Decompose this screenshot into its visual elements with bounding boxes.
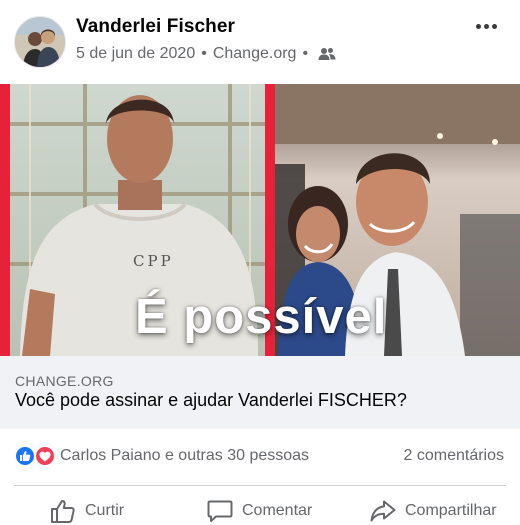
- comment-button[interactable]: Comentar: [207, 499, 312, 523]
- more-options-icon[interactable]: [472, 14, 500, 38]
- meta-separator: •: [201, 45, 207, 62]
- share-button[interactable]: Compartilhar: [370, 499, 497, 523]
- reactions-bar: Carlos Paiano e outras 30 pessoas 2 come…: [0, 429, 520, 485]
- share-arrow-icon: [370, 500, 396, 522]
- like-label: Curtir: [85, 502, 125, 519]
- share-label: Compartilhar: [405, 502, 497, 519]
- post-source[interactable]: Change.org: [213, 45, 297, 63]
- post-meta: 5 de jun de 2020 • Change.org •: [76, 45, 336, 63]
- comment-bubble-icon: [207, 500, 233, 522]
- author-avatar[interactable]: [14, 16, 66, 68]
- reactors-summary[interactable]: Carlos Paiano e outras 30 pessoas: [60, 447, 309, 465]
- like-reaction-icon: [14, 445, 36, 467]
- post-date[interactable]: 5 de jun de 2020: [76, 45, 195, 63]
- link-title[interactable]: Você pode assinar e ajudar Vanderlei FIS…: [15, 390, 407, 411]
- love-reaction-icon: [34, 445, 56, 467]
- image-overlay-text: É possível: [135, 290, 388, 344]
- link-preview-card[interactable]: CHANGE.ORG Você pode assinar e ajudar Va…: [0, 356, 520, 429]
- link-preview-image[interactable]: CPP É possível: [0, 84, 520, 356]
- thumbs-up-icon: [51, 500, 75, 523]
- author-name[interactable]: Vanderlei Fischer: [76, 16, 235, 38]
- link-domain: CHANGE.ORG: [15, 373, 114, 389]
- divider: [14, 485, 506, 486]
- post-header: Vanderlei Fischer 5 de jun de 2020 • Cha…: [0, 0, 520, 84]
- svg-text:CPP: CPP: [133, 252, 174, 270]
- friends-icon[interactable]: [318, 46, 336, 62]
- comments-count[interactable]: 2 comentários: [404, 447, 505, 465]
- reaction-icons[interactable]: [14, 445, 58, 467]
- meta-separator: •: [302, 45, 309, 62]
- like-button[interactable]: Curtir: [50, 499, 124, 523]
- post-actions: Curtir Comentar Compartilhar: [0, 495, 520, 525]
- comment-label: Comentar: [242, 502, 313, 519]
